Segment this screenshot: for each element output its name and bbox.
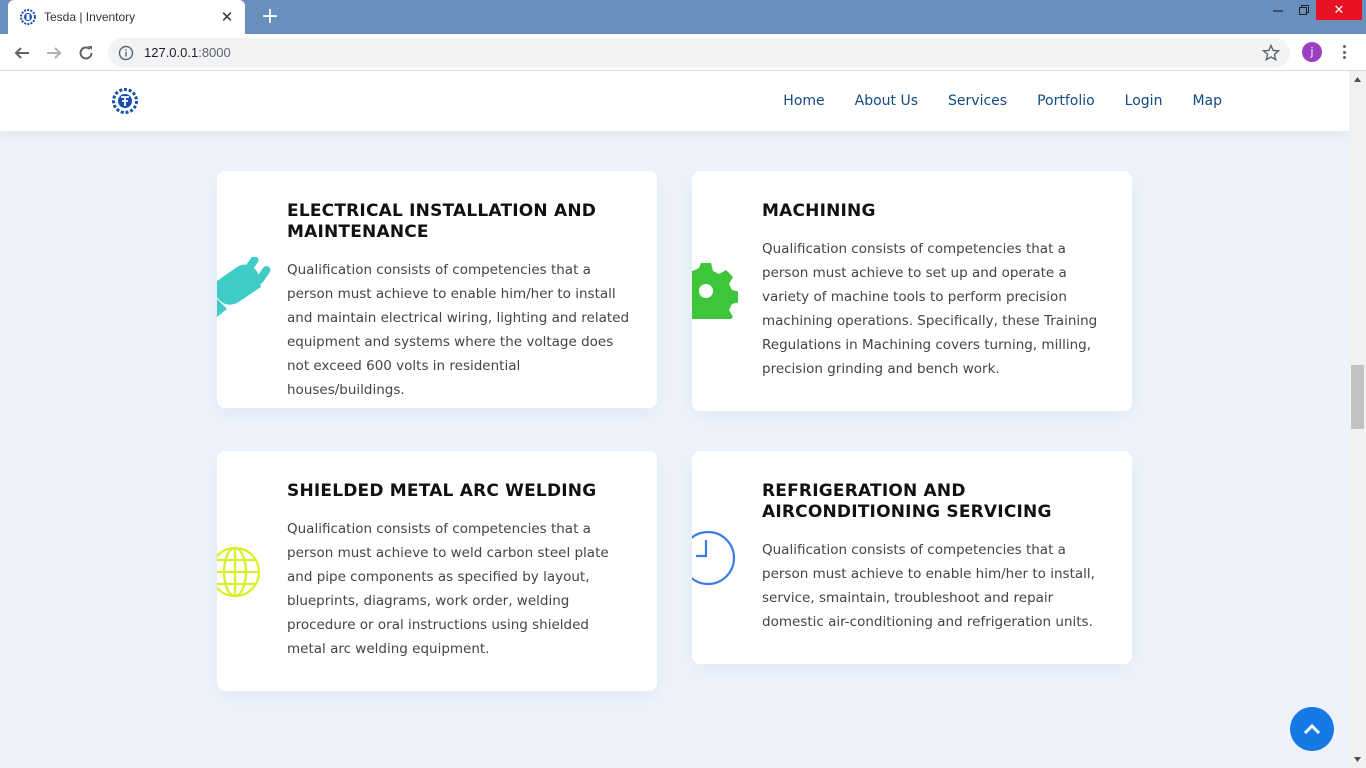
nav-services[interactable]: Services: [948, 93, 1007, 109]
card-title: ELECTRICAL INSTALLATION AND MAINTENANCE: [287, 201, 597, 242]
card-title: SHIELDED METAL ARC WELDING: [287, 481, 597, 501]
service-card-welding: SHIELDED METAL ARC WELDING Qualification…: [217, 451, 657, 691]
card-description: Qualification consists of competencies t…: [762, 241, 1098, 377]
back-arrow-icon[interactable]: [9, 40, 35, 66]
page-scrollbar[interactable]: [1349, 71, 1366, 768]
window-close-icon[interactable]: ✕: [1316, 0, 1362, 20]
info-icon[interactable]: [118, 45, 134, 61]
card-description: Qualification consists of competencies t…: [287, 262, 630, 398]
new-tab-icon[interactable]: +: [258, 5, 282, 29]
forward-arrow-icon[interactable]: [41, 40, 67, 66]
card-description: Qualification consists of competencies t…: [762, 542, 1095, 630]
globe-icon: [217, 546, 261, 598]
service-card-refrigeration: REFRIGERATION AND AIRCONDITIONING SERVIC…: [692, 451, 1132, 664]
address-bar[interactable]: 127.0.0.1:8000: [108, 38, 1290, 67]
reload-icon[interactable]: [73, 40, 99, 66]
nav-map[interactable]: Map: [1192, 93, 1222, 109]
tesda-logo-icon: [20, 9, 36, 25]
tab-title: Tesda | Inventory: [44, 10, 136, 24]
page-viewport: Home About Us Services Portfolio Login M…: [0, 71, 1349, 768]
site-header: Home About Us Services Portfolio Login M…: [0, 71, 1349, 131]
tesda-logo-icon[interactable]: [112, 88, 138, 114]
service-card-electrical: ELECTRICAL INSTALLATION AND MAINTENANCE …: [217, 171, 657, 408]
profile-avatar[interactable]: j: [1302, 42, 1322, 62]
nav-home[interactable]: Home: [783, 93, 824, 109]
chevron-up-icon: [1303, 723, 1321, 735]
nav-about-us[interactable]: About Us: [855, 93, 918, 109]
browser-tab[interactable]: Tesda | Inventory ✕: [8, 0, 245, 34]
browser-toolbar: 127.0.0.1:8000 j: [0, 34, 1366, 71]
nav-login[interactable]: Login: [1125, 93, 1163, 109]
plug-icon: [217, 257, 271, 317]
card-description: Qualification consists of competencies t…: [287, 521, 609, 657]
nav-portfolio[interactable]: Portfolio: [1037, 93, 1095, 109]
clock-icon: [692, 530, 736, 586]
back-to-top-button[interactable]: [1290, 707, 1334, 751]
close-tab-icon[interactable]: ✕: [215, 5, 239, 29]
gear-icon: [692, 263, 738, 319]
scroll-up-arrow-icon[interactable]: [1353, 75, 1362, 85]
card-title: MACHINING: [762, 201, 876, 221]
scroll-down-arrow-icon[interactable]: [1353, 754, 1362, 764]
service-card-machining: MACHINING Qualification consists of comp…: [692, 171, 1132, 411]
card-title: REFRIGERATION AND AIRCONDITIONING SERVIC…: [762, 481, 1052, 522]
url-host: 127.0.0.1: [144, 45, 199, 60]
scrollbar-thumb[interactable]: [1351, 365, 1364, 429]
url-port: :8000: [198, 45, 231, 60]
bookmark-star-icon[interactable]: [1262, 44, 1280, 62]
browser-menu-icon[interactable]: [1336, 42, 1352, 62]
browser-titlebar: Tesda | Inventory ✕ + ✕: [0, 0, 1366, 34]
main-nav: Home About Us Services Portfolio Login M…: [753, 71, 1222, 131]
url-text: 127.0.0.1:8000: [144, 45, 231, 60]
